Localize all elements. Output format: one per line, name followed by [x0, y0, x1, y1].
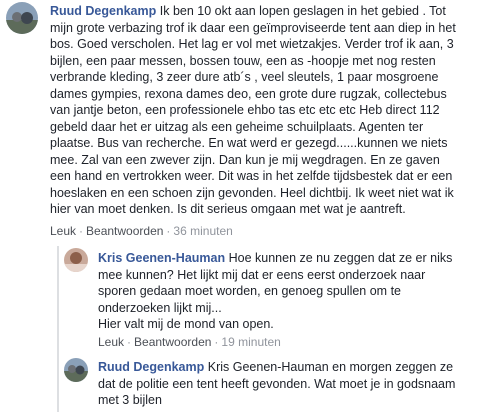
separator-dot: ·	[214, 335, 219, 349]
author-name[interactable]: Ruud Degenkamp	[50, 4, 156, 18]
comment-body: Ruud Degenkamp Ik ben 10 okt aan lopen g…	[50, 3, 490, 218]
comment-actions: Leuk · Beantwoorden · 19 minuten	[98, 335, 281, 349]
like-button[interactable]: Leuk	[98, 335, 124, 349]
timestamp[interactable]: 36 minuten	[173, 224, 232, 238]
reply-button[interactable]: Beantwoorden	[134, 335, 211, 349]
comment-body: Kris Geenen-Hauman Hoe kunnen ze nu zegg…	[98, 250, 490, 333]
profile-photo-icon	[64, 248, 88, 272]
reply-button[interactable]: Beantwoorden	[86, 224, 163, 238]
profile-photo-icon	[64, 358, 88, 382]
separator-dot: ·	[79, 224, 84, 238]
comment-text: Ik ben 10 okt aan lopen geslagen in het …	[50, 4, 456, 216]
timestamp[interactable]: 19 minuten	[221, 335, 280, 349]
separator-dot: ·	[166, 224, 171, 238]
avatar[interactable]	[64, 248, 88, 272]
profile-photo-icon	[6, 2, 38, 34]
avatar[interactable]	[64, 358, 88, 382]
separator-dot: ·	[127, 335, 132, 349]
reply-thread-line	[57, 246, 59, 412]
avatar[interactable]	[6, 2, 38, 34]
like-button[interactable]: Leuk	[50, 224, 76, 238]
comment-actions: Leuk · Beantwoorden · 36 minuten	[50, 224, 233, 238]
comment-body: Ruud Degenkamp Kris Geenen-Hauman en mor…	[98, 359, 490, 409]
author-name[interactable]: Kris Geenen-Hauman	[98, 251, 225, 265]
author-name[interactable]: Ruud Degenkamp	[98, 360, 204, 374]
